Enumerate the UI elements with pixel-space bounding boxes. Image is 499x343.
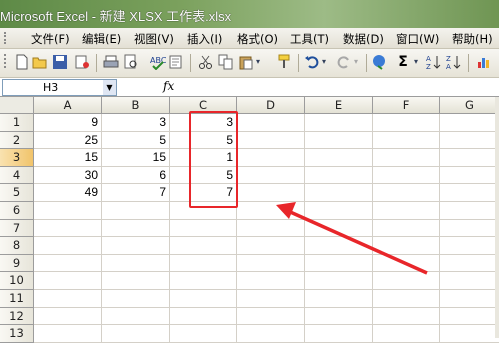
menu-view[interactable]: 视图(V): [134, 31, 174, 47]
menu-file[interactable]: 文件(F): [31, 31, 70, 47]
print-preview-icon[interactable]: [123, 54, 139, 70]
toolbar-separator: [190, 54, 191, 72]
redo-dropdown-icon[interactable]: ▾: [352, 54, 360, 70]
toolbar-separator: [366, 54, 367, 72]
save-icon[interactable]: [52, 54, 68, 70]
hyperlink-icon[interactable]: [372, 54, 388, 70]
research-icon[interactable]: [168, 54, 184, 70]
title-bar: Microsoft Excel - 新建 XLSX 工作表.xlsx: [0, 0, 499, 28]
sort-ascending-icon[interactable]: AZ: [426, 54, 442, 71]
menu-insert[interactable]: 插入(I): [187, 31, 222, 47]
spelling-icon[interactable]: ABC: [150, 54, 167, 71]
open-icon[interactable]: [32, 54, 48, 70]
sort-descending-icon[interactable]: ZA: [446, 54, 462, 71]
formula-bar: H3 ▼ fx: [0, 78, 499, 97]
menu-tools[interactable]: 工具(T): [290, 31, 329, 47]
toolbar-separator: [468, 54, 469, 72]
worksheet-grid: ABCDEFG 1 2 3 4 5 6 7 8 9 10 11 12 13 9 3 3 25 5 5 15 15 1 30…: [0, 97, 499, 343]
menu-edit[interactable]: 编辑(E): [82, 31, 121, 47]
toolbar-separator: [96, 54, 97, 72]
menu-bar: 文件(F) 编辑(E) 视图(V) 插入(I) 格式(O) 工具(T) 数据(D…: [0, 28, 499, 49]
autosum-icon[interactable]: Σ: [395, 54, 411, 70]
autosum-dropdown-icon[interactable]: ▾: [412, 54, 420, 70]
cut-icon[interactable]: [198, 54, 214, 70]
toolbar-separator: [298, 54, 299, 72]
redo-icon[interactable]: [336, 54, 352, 70]
standard-toolbar: ABC ▾ ▾ ▾ Σ ▾ AZ ZA: [0, 49, 499, 78]
paste-icon[interactable]: [238, 54, 254, 70]
window-title: Microsoft Excel - 新建 XLSX 工作表.xlsx: [0, 9, 232, 24]
name-box-dropdown-icon[interactable]: ▼: [103, 80, 116, 95]
undo-icon[interactable]: [304, 54, 320, 70]
svg-text:A: A: [426, 55, 431, 63]
toolbar-grip[interactable]: [4, 54, 12, 68]
svg-text:ABC: ABC: [150, 56, 166, 65]
svg-text:Z: Z: [426, 63, 431, 70]
print-icon[interactable]: [103, 54, 119, 70]
copy-icon[interactable]: [218, 54, 234, 70]
format-painter-icon[interactable]: [276, 54, 292, 70]
paste-dropdown-icon[interactable]: ▾: [254, 54, 262, 70]
menu-format[interactable]: 格式(O): [237, 31, 278, 47]
menu-help[interactable]: 帮助(H): [452, 31, 493, 47]
red-arrow-annotation: [276, 202, 428, 275]
name-box-value: H3: [43, 81, 59, 94]
menu-grip[interactable]: [4, 32, 9, 44]
svg-text:Z: Z: [446, 55, 451, 63]
undo-dropdown-icon[interactable]: ▾: [320, 54, 328, 70]
permission-icon[interactable]: [74, 54, 90, 70]
menu-window[interactable]: 窗口(W): [396, 31, 439, 47]
vertical-scrollbar[interactable]: [495, 97, 499, 338]
new-icon[interactable]: [14, 54, 30, 70]
svg-text:A: A: [446, 63, 451, 70]
insert-function-icon[interactable]: fx: [163, 79, 174, 93]
chart-wizard-icon[interactable]: [476, 54, 492, 70]
name-box[interactable]: H3 ▼: [2, 79, 117, 96]
menu-data[interactable]: 数据(D): [343, 31, 384, 47]
